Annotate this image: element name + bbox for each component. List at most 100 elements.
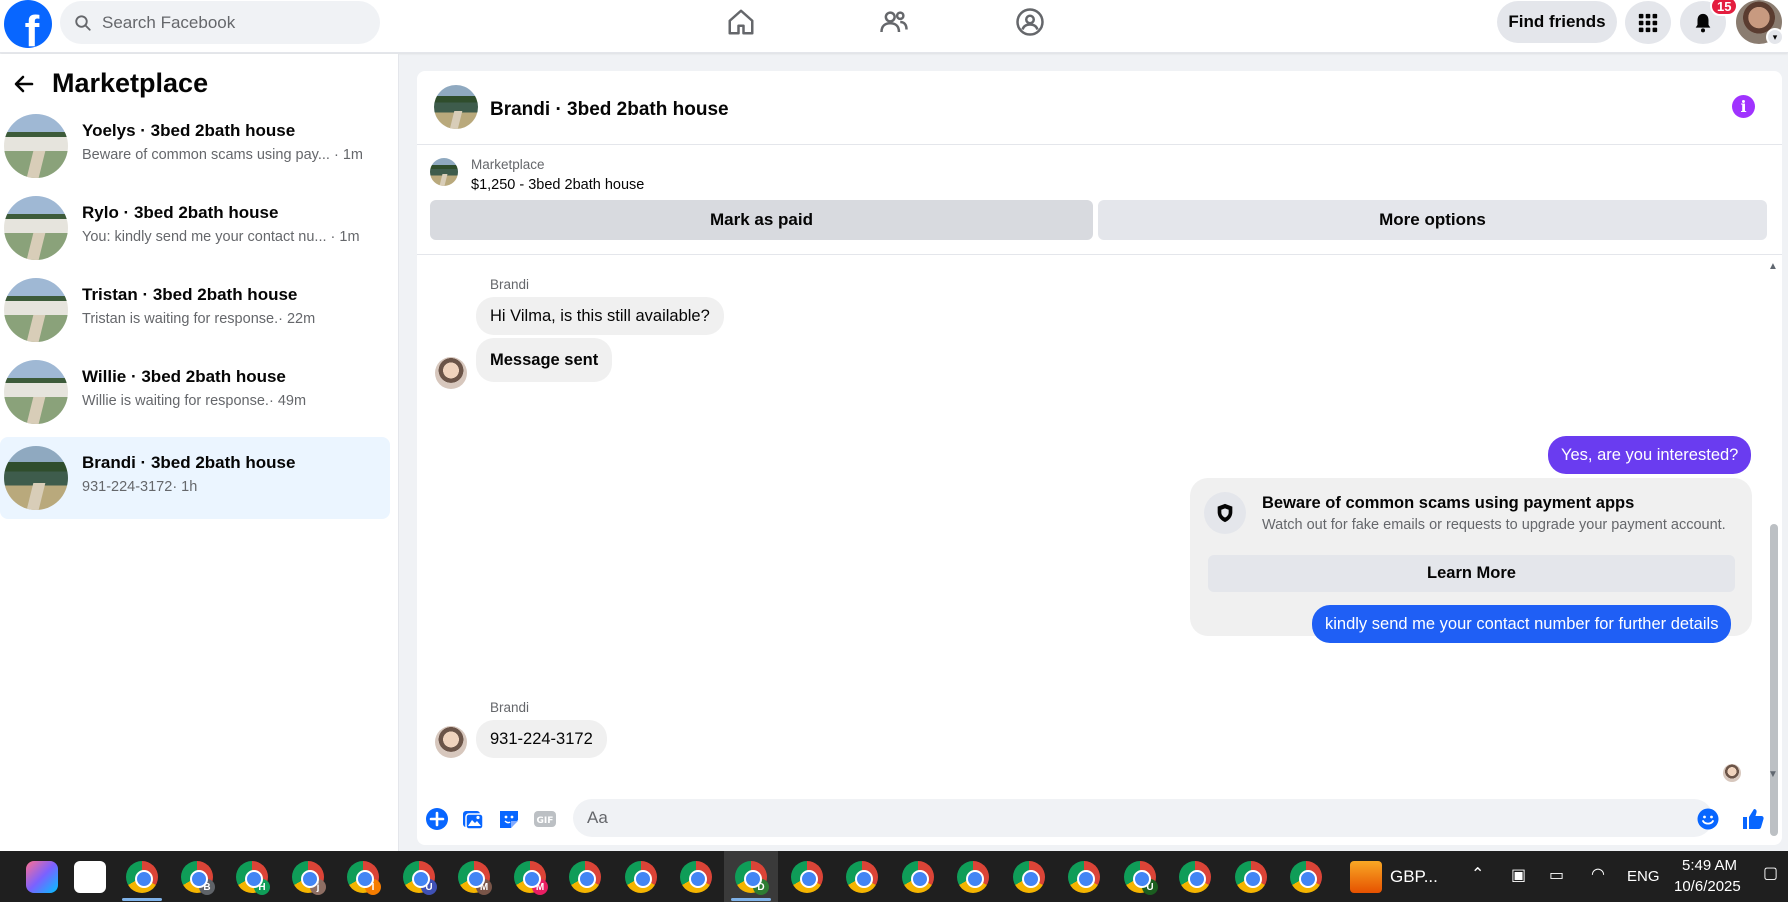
conversation-name: Yoelys · 3bed 2bath house [82, 121, 296, 140]
mark-as-paid-button[interactable]: Mark as paid [430, 200, 1093, 240]
battery-icon[interactable]: ▭ [1549, 865, 1564, 885]
seen-avatar [1723, 764, 1741, 782]
listing-thumbnail [4, 446, 68, 510]
chrome-profile-icon[interactable] [680, 861, 712, 893]
chrome-profile-icon-active[interactable]: D [735, 861, 769, 895]
chrome-profile-icon[interactable] [902, 861, 934, 893]
listing-thumbnail [4, 278, 68, 342]
chrome-profile-icon[interactable] [1068, 861, 1100, 893]
wifi-icon[interactable]: ◠ [1591, 864, 1605, 884]
groups-nav-button[interactable] [1000, 2, 1060, 42]
photo-icon[interactable] [461, 807, 485, 831]
conversation-item[interactable]: Willie · 3bed 2bath house Willie is wait… [0, 351, 390, 433]
taskbar-running-indicator [731, 898, 771, 901]
snipping-tool-icon[interactable] [74, 861, 106, 893]
listing-thumbnail [4, 360, 68, 424]
sticker-icon[interactable] [497, 807, 521, 831]
chrome-profile-icon[interactable]: j [292, 861, 326, 895]
emoji-icon[interactable] [1696, 807, 1720, 831]
search-box[interactable] [60, 1, 380, 44]
gbp-widget-text[interactable]: GBP... [1390, 867, 1438, 887]
chrome-profile-icon[interactable] [1235, 861, 1267, 893]
conversation-item[interactable]: Tristan · 3bed 2bath house Tristan is wa… [0, 269, 390, 351]
conversation-name: Willie · 3bed 2bath house [82, 367, 286, 386]
device-icon[interactable]: ▣ [1511, 865, 1526, 885]
scroll-down-icon[interactable]: ▼ [1768, 769, 1778, 780]
search-icon [75, 14, 91, 31]
bell-icon [1695, 13, 1711, 32]
copilot-icon[interactable] [26, 861, 58, 893]
incoming-message[interactable]: Message sent [476, 338, 613, 382]
back-arrow-icon[interactable] [12, 72, 36, 96]
chrome-profile-icon[interactable]: B [181, 861, 215, 895]
svg-text:GIF: GIF [537, 816, 554, 826]
chrome-profile-icon[interactable] [846, 861, 878, 893]
sidebar-title: Marketplace [52, 68, 209, 98]
friends-nav-button[interactable] [864, 2, 924, 42]
scroll-thumb[interactable] [1770, 524, 1778, 836]
message-input[interactable] [573, 799, 1713, 837]
chrome-profile-icon[interactable] [569, 861, 601, 893]
clock-date[interactable]: 10/6/2025 [1674, 878, 1741, 895]
chrome-profile-icon[interactable]: I [347, 861, 381, 895]
chrome-profile-icon[interactable] [1013, 861, 1045, 893]
clock-time[interactable]: 5:49 AM [1682, 857, 1737, 874]
listing-thumbnail[interactable] [430, 158, 458, 186]
chrome-profile-icon[interactable]: M [458, 861, 492, 895]
taskbar-running-indicator [122, 898, 162, 901]
groups-icon [1016, 8, 1044, 36]
plus-icon[interactable] [425, 807, 449, 831]
chevron-up-icon[interactable]: ⌃ [1471, 864, 1484, 884]
chat-title[interactable]: Brandi · 3bed 2bath house [490, 99, 729, 121]
sender-avatar[interactable] [435, 357, 467, 389]
listing-label: Marketplace [471, 157, 545, 172]
chrome-profile-icon[interactable] [791, 861, 823, 893]
listing-thumbnail [4, 114, 68, 178]
chrome-profile-icon[interactable] [1179, 861, 1211, 893]
chrome-profile-icon[interactable]: M [514, 861, 548, 895]
like-icon[interactable] [1741, 807, 1765, 831]
outgoing-message[interactable]: kindly send me your contact number for f… [1312, 605, 1732, 643]
facebook-logo[interactable]: f [4, 0, 52, 48]
gif-icon[interactable]: GIF [533, 807, 557, 831]
chrome-profile-icon[interactable] [957, 861, 989, 893]
conversation-item[interactable]: Yoelys · 3bed 2bath house Beware of comm… [0, 105, 390, 187]
chevron-down-icon[interactable]: ▾ [1766, 28, 1784, 46]
search-input[interactable] [102, 12, 352, 33]
chat-scrollbar[interactable]: ▲ ▼ [1766, 261, 1780, 836]
chat-avatar[interactable] [434, 85, 478, 129]
info-icon[interactable]: i [1732, 95, 1755, 118]
menu-grid-icon [1638, 13, 1658, 32]
listing-price[interactable]: $1,250 - 3bed 2bath house [471, 177, 644, 193]
conversation-item[interactable]: Rylo · 3bed 2bath house You: kindly send… [0, 187, 390, 269]
chrome-profile-icon[interactable]: H [236, 861, 270, 895]
menu-button[interactable] [1625, 1, 1671, 44]
windows-taskbar: B H j I U M M D U GBP... ⌃ ▣ ▭ ◠ ENG 5:4… [0, 851, 1788, 902]
more-options-button[interactable]: More options [1098, 200, 1767, 240]
incoming-message[interactable]: 931-224-3172 [476, 720, 607, 758]
find-friends-button[interactable]: Find friends [1497, 1, 1617, 43]
notification-center-icon[interactable]: ▢ [1763, 863, 1778, 883]
chrome-profile-icon[interactable] [625, 861, 657, 893]
message-composer: GIF [417, 791, 1782, 845]
gbp-currency-icon[interactable] [1350, 861, 1382, 893]
chrome-profile-icon[interactable]: U [403, 861, 437, 895]
home-nav-button[interactable] [711, 2, 771, 42]
sender-avatar[interactable] [435, 726, 467, 758]
scroll-up-icon[interactable]: ▲ [1768, 261, 1778, 272]
chrome-profile-icon[interactable] [1290, 861, 1322, 893]
listing-thumbnail [4, 196, 68, 260]
language-indicator[interactable]: ENG [1627, 868, 1660, 885]
chrome-profile-icon[interactable] [126, 861, 158, 893]
outgoing-message[interactable]: Yes, are you interested? [1548, 436, 1752, 474]
conversation-preview: Beware of common scams using pay... · 1m [82, 147, 363, 163]
conversation-item-active[interactable]: Brandi · 3bed 2bath house 931-224-3172· … [0, 437, 390, 519]
conversation-preview: You: kindly send me your contact nu... ·… [82, 229, 360, 245]
chat-header: Brandi · 3bed 2bath house i [417, 71, 1782, 145]
conversation-name: Tristan · 3bed 2bath house [82, 285, 298, 304]
learn-more-button[interactable]: Learn More [1208, 555, 1735, 592]
incoming-message[interactable]: Hi Vilma, is this still available? [476, 297, 724, 335]
conversation-sidebar: Marketplace Yoelys · 3bed 2bath house Be… [0, 54, 399, 851]
chrome-profile-icon[interactable]: U [1124, 861, 1158, 895]
conversation-preview: Willie is waiting for response.· 49m [82, 393, 307, 409]
